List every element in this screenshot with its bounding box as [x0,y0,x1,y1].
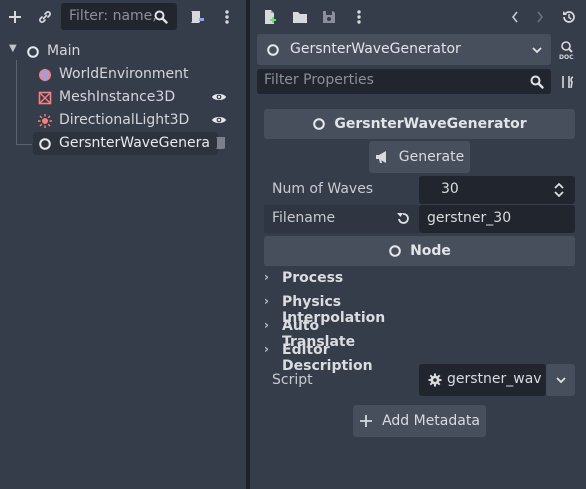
inspector-panel: GersnterWaveGenerator DOC Filter Propert… [250,0,586,489]
node-icon [27,46,39,58]
save-resource-button[interactable] [318,6,340,28]
svg-text:DOC: DOC [559,54,574,60]
chevron-right-icon [537,11,544,23]
add-node-button[interactable] [4,6,26,28]
tree-item-mesh-instance[interactable]: MeshInstance3D [0,86,246,109]
gear-icon [428,373,442,387]
chevron-right-icon: › [264,342,269,356]
tree-item-main[interactable]: ▼ Main [0,40,246,63]
filename-value: gerstner_30 [427,210,512,226]
node-section-label: Node [410,243,451,259]
filename-input[interactable]: gerstner_30 [419,205,575,233]
node-icon [313,118,326,130]
tree-guide-line [16,144,32,145]
megaphone-icon [375,151,386,163]
tree-item-label: WorldEnvironment [59,66,189,82]
object-selector-label: GersnterWaveGenerator [290,41,461,57]
search-icon [530,75,544,89]
history-forward-button[interactable] [529,6,551,28]
spin-updown-icon[interactable] [553,183,565,197]
script-resource-picker[interactable]: gerstner_wav [419,364,546,396]
group-label: Editor Description [282,342,373,374]
node-icon [389,245,401,257]
filter-properties-placeholder: Filter Properties [264,72,374,88]
scene-filter-placeholder: Filter: name, [69,8,157,24]
visibility-eye-icon[interactable] [211,114,227,126]
script-icon [190,11,204,23]
filter-properties-input[interactable]: Filter Properties [257,69,551,94]
tree-item-label: Main [47,43,81,59]
add-metadata-label: Add Metadata [382,413,480,429]
chevron-right-icon: › [264,270,269,284]
tools-icon [562,76,574,89]
class-section-header[interactable]: GersnterWaveGenerator [264,109,575,139]
instance-child-scene-button[interactable] [34,6,56,28]
node-section-header[interactable]: Node [264,236,575,266]
generate-button[interactable]: Generate [369,141,470,173]
open-documentation-button[interactable]: DOC [557,39,579,61]
attach-script-button[interactable] [185,6,207,28]
directional-light-icon [38,114,52,128]
plus-icon [9,11,21,23]
generate-button-label: Generate [398,149,465,165]
scene-menu-button[interactable] [216,6,238,28]
num-waves-value: 30 [441,181,459,197]
inspector-menu-button[interactable] [348,6,370,28]
visibility-eye-icon[interactable] [211,91,227,103]
chevron-right-icon: › [264,294,269,308]
chevron-left-icon [511,11,518,23]
mesh-instance-icon [38,91,52,105]
num-waves-spinbox[interactable]: 30 [419,176,575,204]
script-label: Script [272,372,313,388]
revert-icon[interactable] [396,211,410,225]
node-icon [39,138,51,150]
history-icon [563,11,575,23]
kebab-menu-icon [357,10,361,24]
group-label: Process [282,270,344,286]
inspector-tools-button[interactable] [557,71,579,93]
script-icon[interactable] [212,135,228,151]
scene-tree-panel: Filter: name, ▼ Main WorldEnvironment Me… [0,0,246,489]
num-waves-label: Num of Waves [272,181,374,197]
recent-history-button[interactable] [558,6,580,28]
filename-label: Filename [272,210,336,226]
tree-item-world-environment[interactable]: WorldEnvironment [0,63,246,86]
chevron-down-icon[interactable]: ▼ [9,43,17,54]
search-icon [154,10,168,24]
script-value: gerstner_wav [447,371,542,387]
script-dropdown-button[interactable] [546,364,575,396]
tree-item-label: GersnterWaveGenera [59,135,210,151]
kebab-menu-icon [225,10,229,24]
chevron-down-icon [532,47,542,54]
class-section-label: GersnterWaveGenerator [334,116,527,132]
world-environment-icon [39,68,51,82]
tree-item-label: MeshInstance3D [59,89,176,105]
tree-item-directional-light[interactable]: DirectionalLight3D [0,109,246,132]
chevron-right-icon: › [264,318,269,332]
folder-icon [293,12,307,23]
node-icon [267,44,279,56]
open-resource-button[interactable] [289,6,311,28]
scene-filter-input[interactable]: Filter: name, [61,3,177,30]
new-file-icon [265,10,276,24]
chevron-down-icon [555,377,566,384]
link-icon [39,11,51,23]
history-back-button[interactable] [504,6,526,28]
object-selector[interactable]: GersnterWaveGenerator [257,34,551,65]
save-icon [323,11,335,23]
add-metadata-button[interactable]: Add Metadata [353,405,486,437]
tree-item-gersnter-wave-generator[interactable]: GersnterWaveGenera [33,132,218,155]
new-resource-button[interactable] [259,6,281,28]
tree-item-label: DirectionalLight3D [59,112,190,128]
plus-icon [360,415,373,427]
documentation-icon: DOC [559,41,574,60]
